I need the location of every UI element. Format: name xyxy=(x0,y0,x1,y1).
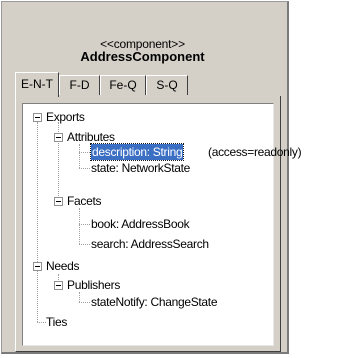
tree-node-facets[interactable]: Facets xyxy=(67,193,102,209)
tree-connector-description xyxy=(79,152,90,153)
tab-f-d[interactable]: F-D xyxy=(59,75,100,95)
tree-connector-state xyxy=(79,168,90,169)
tree-connector-facets xyxy=(79,208,80,244)
collapse-needs-icon[interactable] xyxy=(33,262,42,271)
tree-node-ties[interactable]: Ties xyxy=(46,314,67,330)
tree-view[interactable]: Exports Attributes description: String (… xyxy=(22,103,302,346)
tree-node-statenotify[interactable]: stateNotify: ChangeState xyxy=(91,294,218,310)
tree-node-description[interactable]: description: String xyxy=(89,143,185,161)
collapse-exports-icon[interactable] xyxy=(33,113,42,122)
annotation-access: (access=readonly) xyxy=(208,145,302,159)
tree-node-publishers[interactable]: Publishers xyxy=(67,277,120,293)
tree-node-attributes[interactable]: Attributes xyxy=(67,129,115,145)
collapse-attributes-icon[interactable] xyxy=(54,133,63,142)
collapse-facets-icon[interactable] xyxy=(54,197,63,206)
tree-node-book[interactable]: book: AddressBook xyxy=(91,216,190,232)
collapse-publishers-icon[interactable] xyxy=(54,281,63,290)
tab-e-n-t[interactable]: E-N-T xyxy=(15,72,59,97)
tree-connector-ties xyxy=(37,322,46,323)
tab-fe-q[interactable]: Fe-Q xyxy=(100,75,146,95)
tree-connector-root xyxy=(37,122,38,322)
tree-node-search[interactable]: search: AddressSearch xyxy=(91,236,209,252)
tab-s-q[interactable]: S-Q xyxy=(146,75,188,95)
tree-node-state[interactable]: state: NetworkState xyxy=(91,160,190,176)
tree-connector-statenotify xyxy=(79,302,90,303)
tree-node-needs[interactable]: Needs xyxy=(46,258,80,274)
component-name: AddressComponent xyxy=(80,49,205,64)
tree-connector-search xyxy=(79,244,90,245)
component-header: <<component>> AddressComponent xyxy=(4,4,281,70)
tree-connector-attributes xyxy=(79,144,80,168)
tree-connector-book xyxy=(79,224,90,225)
tree-connector-publishers xyxy=(79,292,80,302)
tree-node-exports[interactable]: Exports xyxy=(46,109,85,125)
